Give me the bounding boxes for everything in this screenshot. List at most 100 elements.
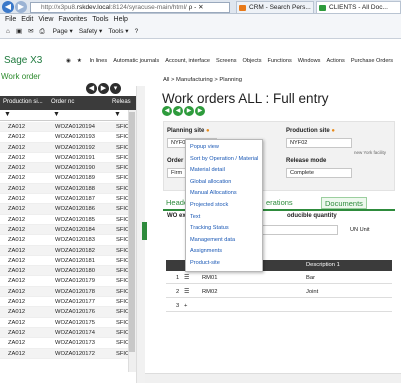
table-row[interactable]: ZA012 WOZA0120189 SFIC	[0, 173, 129, 184]
filter-icon[interactable]: ▼	[53, 111, 60, 118]
last-icon[interactable]: ▶	[195, 106, 205, 116]
tab-documents[interactable]: Documents	[321, 197, 367, 209]
table-row[interactable]: ZA012 WOZA0120176 SFIC	[0, 307, 129, 318]
print-icon[interactable]: ⎙	[40, 28, 45, 35]
context-menu-item[interactable]: Tracking Status	[190, 225, 229, 231]
address-input[interactable]: http://x3pu8.rskdev.local:8124/syracuse-…	[30, 2, 230, 13]
menu-tools[interactable]: Tools	[92, 16, 108, 23]
next-record-icon[interactable]: ▶	[98, 83, 109, 94]
row-menu-icon[interactable]: ☰	[184, 273, 189, 284]
menu-file[interactable]: File	[5, 16, 16, 23]
table-row[interactable]: ZA012 WOZA0120194 SFIC	[0, 122, 129, 133]
table-row[interactable]: ZA012 WOZA0120180 SFIC	[0, 266, 129, 277]
table-row[interactable]: ZA012 WOZA0120191 SFIC	[0, 153, 129, 164]
feeds-icon[interactable]: ▣	[16, 28, 22, 35]
nav-in-lines[interactable]: In lines	[89, 58, 107, 64]
table-row[interactable]: ZA012 WOZA0120174 SFIC	[0, 327, 129, 339]
context-menu-item[interactable]: Text	[190, 214, 200, 220]
safety-menu[interactable]: Safety ▾	[79, 28, 103, 35]
cell-order: WOZA0120183	[55, 237, 95, 244]
col-production-site[interactable]: Production si...	[3, 99, 43, 105]
row-menu-icon[interactable]: ☰	[184, 287, 189, 298]
nav-actions[interactable]: Actions	[326, 58, 344, 64]
help-icon[interactable]: ?	[135, 28, 139, 35]
table-row[interactable]: ZA012 WOZA0120187 SFIC	[0, 194, 129, 205]
order-status-select[interactable]: Firm	[167, 168, 187, 178]
nav-eye-icon[interactable]: ◉	[66, 58, 71, 64]
nav-screens[interactable]: Screens	[216, 58, 237, 64]
col-order-no[interactable]: Order nc	[51, 99, 74, 105]
menu-help[interactable]: Help	[114, 16, 128, 23]
home-icon[interactable]: ⌂	[6, 28, 10, 35]
next-icon[interactable]: ▶	[184, 106, 194, 116]
prev-icon[interactable]: ◀	[173, 106, 183, 116]
tools-menu[interactable]: Tools ▾	[108, 28, 128, 35]
browser-tab-clients[interactable]: CLIENTS - All Doc...	[316, 1, 401, 13]
table-row[interactable]: ZA012 WOZA0120177 SFIC	[0, 297, 129, 308]
table-row[interactable]: 2 ☰ RM02 Joint	[166, 287, 392, 298]
context-menu-item[interactable]: Sort by Operation / Material	[190, 156, 258, 162]
menu-favorites[interactable]: Favorites	[58, 16, 87, 23]
nav-functions[interactable]: Functions	[268, 58, 292, 64]
table-row[interactable]: ZA012 WOZA0120178 SFIC	[0, 286, 129, 298]
tab-operations[interactable]: erations	[263, 197, 296, 209]
row-code[interactable]: RM02	[202, 287, 217, 298]
row-code[interactable]: RM01	[202, 273, 217, 284]
forward-button[interactable]: ▶	[15, 1, 27, 13]
table-row[interactable]: ZA012 WOZA0120190 SFIC	[0, 163, 129, 174]
context-menu-item[interactable]: Material detail	[190, 167, 225, 173]
address-controls[interactable]: ρ - ✕	[189, 4, 204, 11]
cell-order: WOZA0120185	[55, 216, 95, 223]
first-icon[interactable]: ◀	[162, 106, 172, 116]
filter-icon[interactable]: ▼	[114, 111, 121, 118]
table-row[interactable]: ZA012 WOZA0120192 SFIC	[0, 142, 129, 153]
production-site-input[interactable]: NYF02	[286, 138, 352, 148]
nav-objects[interactable]: Objects	[243, 58, 262, 64]
context-menu-item[interactable]: Management data	[190, 237, 235, 243]
context-menu-item[interactable]: Popup view	[190, 144, 219, 150]
table-row[interactable]: ZA012 WOZA0120181 SFIC	[0, 256, 129, 267]
nav-windows[interactable]: Windows	[298, 58, 321, 64]
breadcrumb[interactable]: All > Manufacturing > Planning	[163, 77, 242, 83]
table-row[interactable]: 1 ☰ RM01 Bar	[166, 273, 392, 284]
table-row[interactable]: ZA012 WOZA0120175 SFIC	[0, 318, 129, 328]
more-icon[interactable]: ▾	[110, 83, 121, 94]
collapse-handle[interactable]	[142, 222, 147, 240]
col-release[interactable]: Releas	[112, 99, 131, 105]
back-button[interactable]: ◀	[2, 1, 14, 13]
menu-view[interactable]: View	[38, 16, 53, 23]
quantity-input[interactable]	[258, 225, 338, 235]
context-menu-item[interactable]: Manual Allocations	[190, 190, 237, 196]
table-row[interactable]: ZA012 WOZA0120186 SFIC	[0, 204, 129, 215]
left-scrollbar-thumb[interactable]	[129, 112, 135, 352]
nav-account-interface[interactable]: Account, interface	[165, 58, 210, 64]
context-menu-item[interactable]: Product-site	[190, 260, 220, 266]
table-row[interactable]: ZA012 WOZA0120188 SFIC	[0, 183, 129, 195]
nav-star-icon[interactable]: ★	[77, 58, 82, 64]
menu-edit[interactable]: Edit	[21, 16, 33, 23]
context-menu-item[interactable]: Projected stock	[190, 202, 228, 208]
table-row[interactable]: ZA012 WOZA0120182 SFIC	[0, 245, 129, 256]
sage-logo[interactable]: Sage X3	[4, 55, 42, 66]
mail-icon[interactable]: ✉	[28, 28, 33, 35]
table-row[interactable]: 3 +	[166, 301, 392, 312]
table-row[interactable]: ZA012 WOZA0120172 SFIC	[0, 348, 129, 359]
nav-purchase-orders[interactable]: Purchase Orders	[351, 58, 393, 64]
table-row[interactable]: ZA012 WOZA0120185 SFIC	[0, 215, 129, 225]
horizontal-scrollbar[interactable]	[145, 373, 401, 383]
context-menu-item[interactable]: Assignments	[190, 248, 222, 254]
nav-automatic-journals[interactable]: Automatic journals	[113, 58, 159, 64]
table-row[interactable]: ZA012 WOZA0120193 SFIC	[0, 132, 129, 143]
filter-icon[interactable]: ▼	[4, 111, 11, 118]
browser-tab-crm[interactable]: CRM - Search Pers...	[236, 1, 314, 13]
col-description[interactable]: Description 1	[306, 262, 340, 268]
row-add-icon[interactable]: +	[184, 301, 187, 312]
table-row[interactable]: ZA012 WOZA0120179 SFIC	[0, 276, 129, 287]
prev-record-icon[interactable]: ◀	[86, 83, 97, 94]
context-menu-item[interactable]: Global allocation	[190, 179, 231, 185]
page-menu[interactable]: Page ▾	[53, 28, 73, 35]
release-mode-select[interactable]: Complete	[286, 168, 352, 178]
table-row[interactable]: ZA012 WOZA0120173 SFIC	[0, 338, 129, 349]
table-row[interactable]: ZA012 WOZA0120184 SFIC	[0, 224, 129, 236]
table-row[interactable]: ZA012 WOZA0120183 SFIC	[0, 235, 129, 246]
